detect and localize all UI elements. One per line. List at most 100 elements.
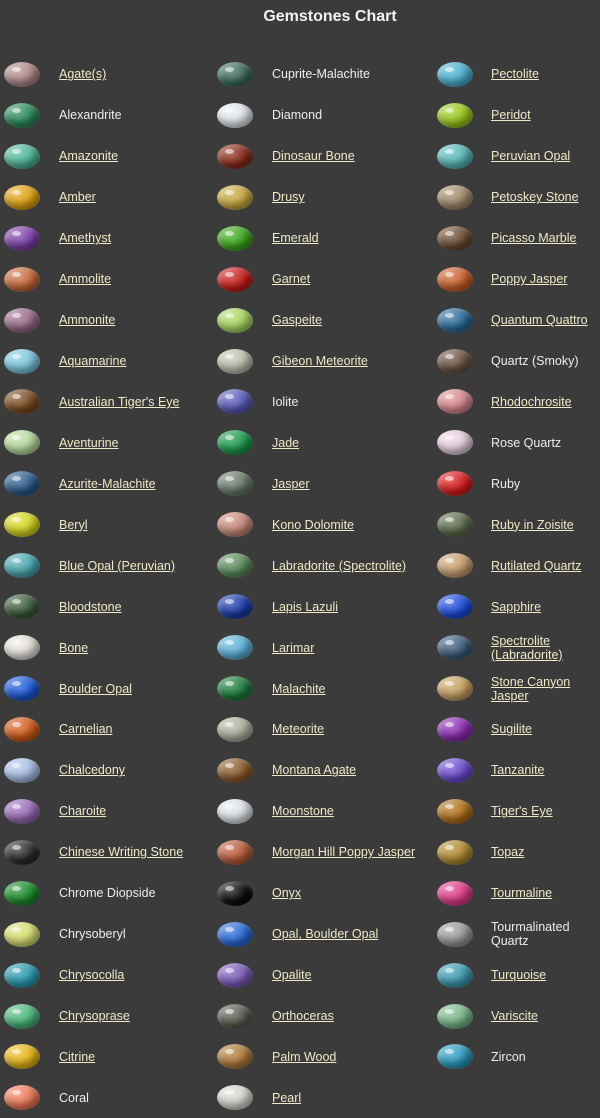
gemstone-row[interactable]: Pearl [217,1077,435,1118]
gemstone-link[interactable]: Chrysoprase [59,1009,130,1023]
gemstone-link[interactable]: Morgan Hill Poppy Jasper [272,845,415,859]
lapis-lazuli-stone-icon[interactable] [217,594,253,620]
spectrolite-stone-icon[interactable] [437,635,473,661]
amethyst-stone-icon[interactable] [4,225,40,251]
gemstone-row[interactable]: Blue Opal (Peruvian) [4,545,212,586]
gemstone-link[interactable]: Peridot [491,108,531,122]
gemstone-row[interactable]: Larimar [217,627,435,668]
aventurine-stone-icon[interactable] [4,430,40,456]
gemstone-row[interactable]: Malachite [217,668,435,709]
gemstone-link[interactable]: Tanzanite [491,763,545,777]
topaz-stone-icon[interactable] [437,839,473,865]
gemstone-row[interactable]: Poppy Jasper [437,259,600,300]
gemstone-link[interactable]: Opal, Boulder Opal [272,927,378,941]
gemstone-row[interactable]: Chrysocolla [4,955,212,996]
gemstone-row[interactable]: Stone Canyon Jasper [437,668,600,709]
gemstone-link[interactable]: Ammonite [59,313,115,327]
chrysoprase-stone-icon[interactable] [4,1003,40,1029]
opal-boulder-opal-stone-icon[interactable] [217,921,253,947]
sapphire-stone-icon[interactable] [437,594,473,620]
emerald-stone-icon[interactable] [217,225,253,251]
poppy-jasper-stone-icon[interactable] [437,266,473,292]
gemstone-row[interactable]: Montana Agate [217,750,435,791]
gemstone-row[interactable]: Bloodstone [4,586,212,627]
gemstone-row[interactable]: Rhodochrosite [437,382,600,423]
gemstone-link[interactable]: Amber [59,190,96,204]
gemstone-row[interactable]: Amber [4,177,212,218]
gemstone-link[interactable]: Emerald [272,231,319,245]
gemstone-link[interactable]: Aventurine [59,436,119,450]
gemstone-row[interactable]: Onyx [217,873,435,914]
gemstone-row[interactable]: Azurite-Malachite [4,463,212,504]
peridot-stone-icon[interactable] [437,102,473,128]
palm-wood-stone-icon[interactable] [217,1044,253,1070]
gemstone-row[interactable]: Amazonite [4,136,212,177]
pearl-stone-icon[interactable] [217,1085,253,1111]
gemstone-row[interactable]: Emerald [217,218,435,259]
blue-opal-stone-icon[interactable] [4,553,40,579]
gemstone-link[interactable]: Labradorite (Spectrolite) [272,559,406,573]
meteorite-stone-icon[interactable] [217,716,253,742]
gemstone-link[interactable]: Rutilated Quartz [491,559,581,573]
gemstone-row[interactable]: Carnelian [4,709,212,750]
charoite-stone-icon[interactable] [4,798,40,824]
quantum-quattro-stone-icon[interactable] [437,307,473,333]
gemstone-row[interactable]: Sugilite [437,709,600,750]
gemstone-row[interactable]: Meteorite [217,709,435,750]
rutilated-quartz-stone-icon[interactable] [437,553,473,579]
orthoceras-stone-icon[interactable] [217,1003,253,1029]
gemstone-row[interactable]: Tourmaline [437,873,600,914]
malachite-stone-icon[interactable] [217,676,253,702]
gemstone-link[interactable]: Spectrolite (Labradorite) [491,634,600,662]
bone-stone-icon[interactable] [4,635,40,661]
larimar-stone-icon[interactable] [217,635,253,661]
tourmaline-stone-icon[interactable] [437,880,473,906]
gemstone-row[interactable]: Palm Wood [217,1037,435,1078]
gemstone-row[interactable]: Pectolite [437,54,600,95]
kono-dolomite-stone-icon[interactable] [217,512,253,538]
gemstone-row[interactable]: Sapphire [437,586,600,627]
gemstone-link[interactable]: Azurite-Malachite [59,477,156,491]
turquoise-stone-icon[interactable] [437,962,473,988]
gemstone-row[interactable]: Aventurine [4,422,212,463]
gemstone-link[interactable]: Chalcedony [59,763,125,777]
gemstone-row[interactable]: Topaz [437,832,600,873]
gemstone-row[interactable]: Ammonite [4,300,212,341]
gemstone-link[interactable]: Carnelian [59,722,113,736]
drusy-stone-icon[interactable] [217,184,253,210]
variscite-stone-icon[interactable] [437,1003,473,1029]
gemstone-row[interactable]: Tiger's Eye [437,791,600,832]
gemstone-row[interactable]: Quantum Quattro [437,300,600,341]
gemstone-link[interactable]: Gibeon Meteorite [272,354,368,368]
gemstone-link[interactable]: Pectolite [491,67,539,81]
gemstone-row[interactable]: Ruby in Zoisite [437,504,600,545]
gemstone-row[interactable]: Tanzanite [437,750,600,791]
petoskey-stone-icon[interactable] [437,184,473,210]
tigers-eye-stone-icon[interactable] [437,798,473,824]
chalcedony-stone-icon[interactable] [4,757,40,783]
gemstone-row[interactable]: Opal, Boulder Opal [217,914,435,955]
ammolite-stone-icon[interactable] [4,266,40,292]
gemstone-link[interactable]: Aquamarine [59,354,126,368]
gemstone-row[interactable]: Ammolite [4,259,212,300]
gemstone-link[interactable]: Peruvian Opal [491,149,570,163]
gemstone-link[interactable]: Orthoceras [272,1009,334,1023]
gemstone-link[interactable]: Bloodstone [59,600,122,614]
gemstone-link[interactable]: Moonstone [272,804,334,818]
agate-stone-icon[interactable] [4,61,40,87]
gemstone-row[interactable]: Labradorite (Spectrolite) [217,545,435,586]
gemstone-link[interactable]: Ammolite [59,272,111,286]
gemstone-link[interactable]: Sugilite [491,722,532,736]
gemstone-row[interactable]: Beryl [4,504,212,545]
gemstone-row[interactable]: Petoskey Stone [437,177,600,218]
gemstone-link[interactable]: Meteorite [272,722,324,736]
gemstone-row[interactable]: Boulder Opal [4,668,212,709]
montana-agate-stone-icon[interactable] [217,757,253,783]
gemstone-link[interactable]: Jasper [272,477,310,491]
picasso-marble-stone-icon[interactable] [437,225,473,251]
ammonite-stone-icon[interactable] [4,307,40,333]
gemstone-link[interactable]: Quantum Quattro [491,313,588,327]
gemstone-row[interactable]: Moonstone [217,791,435,832]
gemstone-link[interactable]: Variscite [491,1009,538,1023]
amazonite-stone-icon[interactable] [4,143,40,169]
